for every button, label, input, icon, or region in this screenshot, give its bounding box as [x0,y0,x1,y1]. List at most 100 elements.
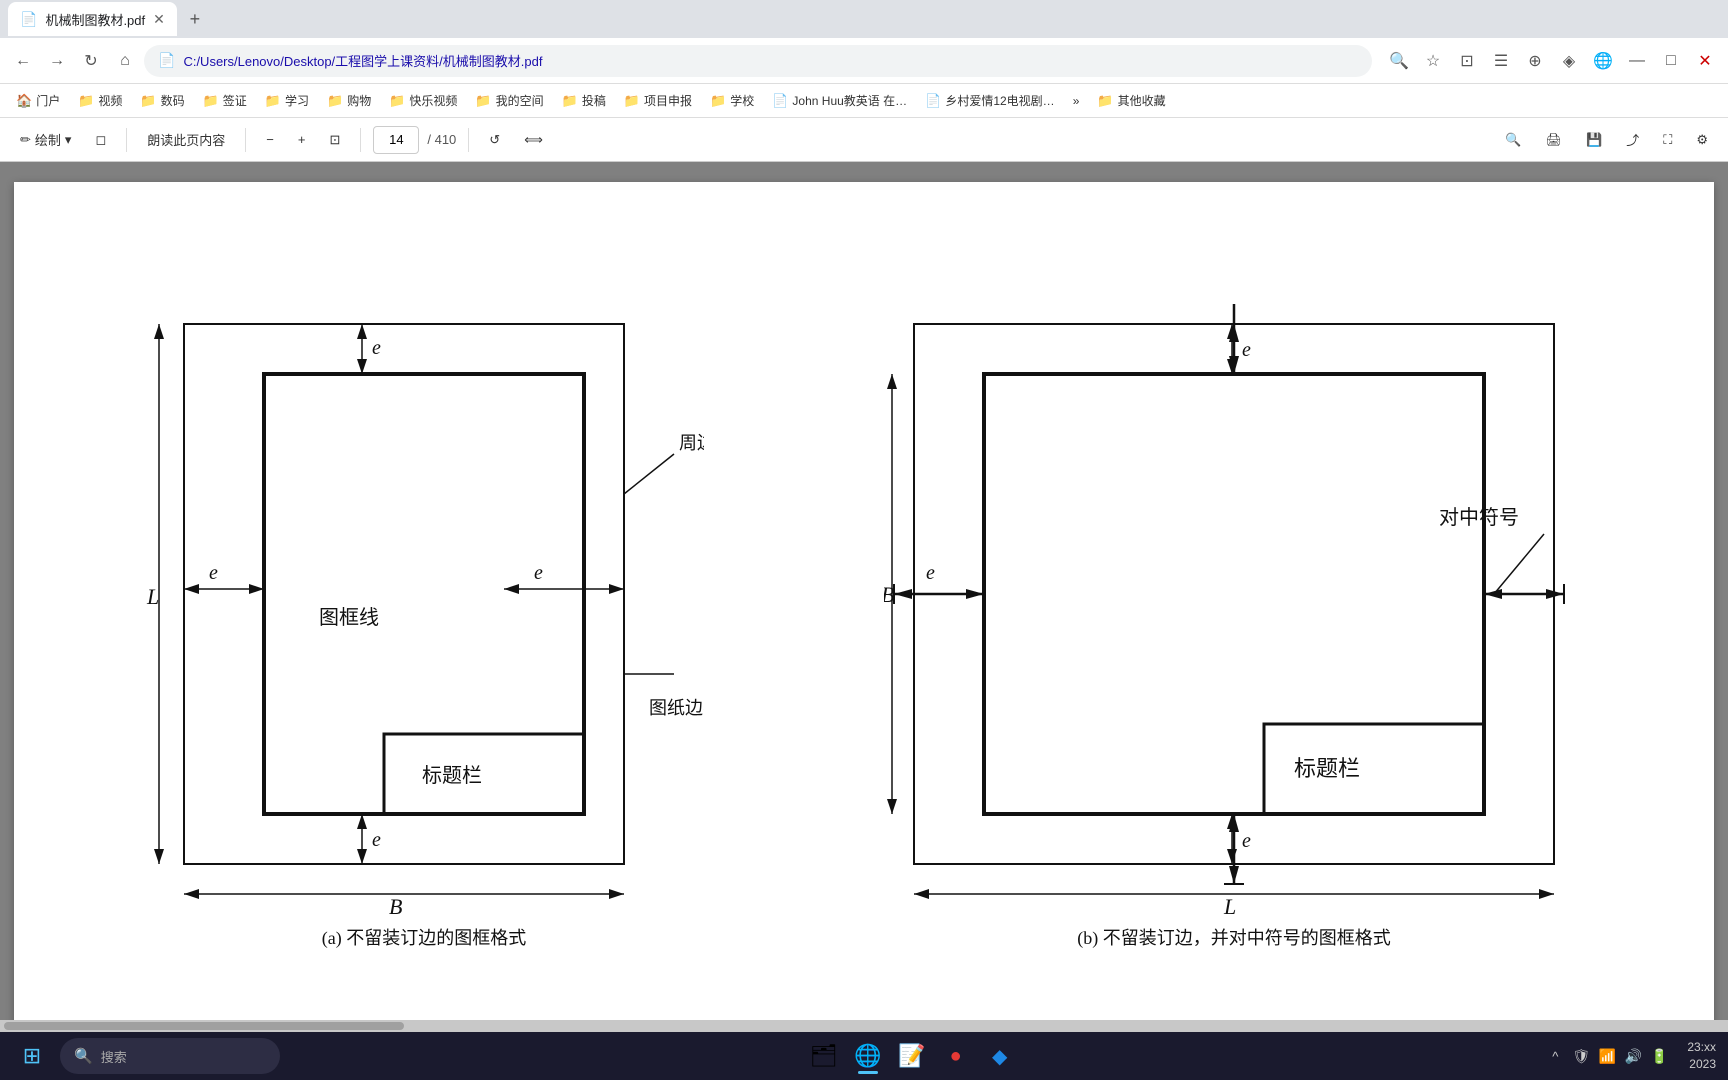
tab-bar: 📄 机械制图教材.pdf ✕ + [0,0,1728,38]
browser-toolbar-icons: 🔍 ☆ ⊡ ☰ ⊕ ◈ 🌐 — □ ✕ [1384,46,1720,76]
taskbar-file-explorer[interactable]: 🗂 [804,1036,844,1076]
pdf-rotate-button[interactable]: ↺ [481,128,508,152]
split-view-icon[interactable]: ⊡ [1452,46,1482,76]
bookmark-project[interactable]: 📁 项目申报 [616,88,700,113]
pdf-save-button[interactable]: 💾 [1578,128,1610,152]
pdf-content-area: e e e e [0,162,1728,1020]
bookmark-video-label: 视频 [98,92,122,109]
school-folder-icon: 📁 [710,93,726,109]
draw-chevron-icon: ▾ [65,132,72,148]
pdf-fit-width-button[interactable]: ⟺ [516,128,551,152]
start-button[interactable]: ⊞ [12,1036,52,1076]
fit-width-icon: ⟺ [524,132,543,148]
taskbar-app-blue[interactable]: ◆ [980,1036,1020,1076]
taskbar: ⊞ 🔍 搜索 🗂 🌐 📝 ● ◆ ^ [0,1032,1728,1080]
bookmark-video[interactable]: 📁 视频 [70,88,130,113]
bookmark-study[interactable]: 📁 学习 [257,88,317,113]
bookmark-myspace-label: 我的空间 [496,92,544,109]
minimize-button[interactable]: — [1622,46,1652,76]
bookmark-portal[interactable]: 🏠 门户 [8,88,68,113]
svg-text:B: B [389,894,402,914]
pdf-settings-button[interactable]: ⚙ [1688,128,1716,152]
bookmark-digital[interactable]: 📁 数码 [132,88,192,113]
village-doc-icon: 📄 [925,93,941,109]
back-button[interactable]: ← [8,46,38,76]
taskbar-search-bar[interactable]: 🔍 搜索 [60,1038,280,1074]
bookmark-john[interactable]: 📄 John Huu教英语 在… [764,88,915,113]
pdf-print-icon: 🖨 [1546,132,1563,148]
bookmark-other[interactable]: 📁 其他收藏 [1089,88,1173,113]
bookmark-school[interactable]: 📁 学校 [702,88,762,113]
forward-button[interactable]: → [42,46,72,76]
pdf-page-input[interactable] [373,126,419,154]
tray-network-icon[interactable]: 📶 [1595,1044,1619,1068]
url-bar[interactable]: 📄 C:/Users/Lenovo/Desktop/工程图学上课资料/机械制图教… [144,45,1372,77]
bookmark-project-label: 项目申报 [644,92,692,109]
maximize-button[interactable]: □ [1656,46,1686,76]
tray-volume-icon[interactable]: 🔊 [1621,1044,1645,1068]
bookmark-upload-label: 投稿 [582,92,606,109]
pdf-share-button[interactable]: ⤴ [1618,126,1647,153]
bookmark-portal-label: 门户 [36,92,60,109]
bookmark-myspace[interactable]: 📁 我的空间 [467,88,551,113]
pdf-expand-button[interactable]: ⛶ [1655,128,1680,152]
pdf-expand-icon: ⛶ [1663,132,1672,148]
pdf-erase-button[interactable]: ◻ [87,128,114,152]
zoom-icon[interactable]: 🔍 [1384,46,1414,76]
active-tab[interactable]: 📄 机械制图教材.pdf ✕ [8,2,177,36]
taskbar-notepad[interactable]: 📝 [892,1036,932,1076]
close-button[interactable]: ✕ [1690,46,1720,76]
windows-icon: ⊞ [23,1043,41,1069]
svg-text:标题栏: 标题栏 [1294,756,1360,781]
rotate-icon: ↺ [489,132,500,148]
svg-text:L: L [146,584,159,609]
svg-text:图纸边界: 图纸边界 [649,698,704,718]
tab-close-button[interactable]: ✕ [153,11,165,28]
taskbar-datetime[interactable]: 23:xx 2023 [1687,1039,1716,1073]
pdf-toolbar: ✏ 绘制 ▾ ◻ 朗读此页内容 − + ⊡ / 410 ↺ ⟺ [0,118,1728,162]
bookmark-happy-video[interactable]: 📁 快乐视频 [381,88,465,113]
toolbar-separator-4 [468,128,469,152]
new-tab-button[interactable]: + [181,5,209,33]
bookmark-shopping-label: 购物 [347,92,371,109]
star-icon[interactable]: ☆ [1418,46,1448,76]
pdf-draw-button[interactable]: ✏ 绘制 ▾ [12,126,79,153]
scroll-bar[interactable] [0,1020,1728,1032]
red-app-icon: ● [950,1045,962,1068]
taskbar-edge-browser[interactable]: 🌐 [848,1036,888,1076]
bookmark-happy-video-label: 快乐视频 [409,92,457,109]
pdf-print-button[interactable]: 🖨 [1538,128,1571,152]
tray-battery-icon[interactable]: 🔋 [1647,1044,1671,1068]
bookmark-village[interactable]: 📄 乡村爱情12电视剧… [917,88,1063,113]
tray-shield-icon[interactable]: 🛡 [1569,1044,1593,1068]
refresh-button[interactable]: ↻ [76,46,106,76]
pdf-fit-button[interactable]: ⊡ [321,128,348,152]
pdf-zoom-out-button[interactable]: − [258,128,282,151]
read-label: 朗读此页内容 [147,130,225,149]
pdf-read-button[interactable]: 朗读此页内容 [139,126,233,153]
toolbar-separator-3 [360,128,361,152]
taskbar-time-display: 23:xx [1687,1039,1716,1056]
pdf-zoom-in-button[interactable]: + [290,128,314,151]
bookmark-shopping[interactable]: 📁 购物 [319,88,379,113]
erase-icon: ◻ [95,132,106,148]
bookmark-more[interactable]: » [1065,90,1088,112]
copilot-icon[interactable]: ◈ [1554,46,1584,76]
project-folder-icon: 📁 [624,93,640,109]
other-folder-icon: 📁 [1097,93,1113,109]
draw-label: 绘制 [35,130,61,149]
visa-folder-icon: 📁 [203,93,219,109]
bookmark-upload[interactable]: 📁 投稿 [554,88,614,113]
pdf-search-button[interactable]: 🔍 [1497,128,1529,152]
collection-icon[interactable]: ⊕ [1520,46,1550,76]
shopping-folder-icon: 📁 [327,93,343,109]
home-button[interactable]: ⌂ [110,46,140,76]
edge-account-icon[interactable]: 🌐 [1588,46,1618,76]
tray-caret-icon[interactable]: ^ [1543,1044,1567,1068]
svg-text:图框线: 图框线 [319,606,379,629]
bookmark-visa[interactable]: 📁 签证 [195,88,255,113]
scroll-thumb[interactable] [4,1022,404,1030]
portal-icon: 🏠 [16,93,32,109]
taskbar-app-red[interactable]: ● [936,1036,976,1076]
favorites-icon[interactable]: ☰ [1486,46,1516,76]
